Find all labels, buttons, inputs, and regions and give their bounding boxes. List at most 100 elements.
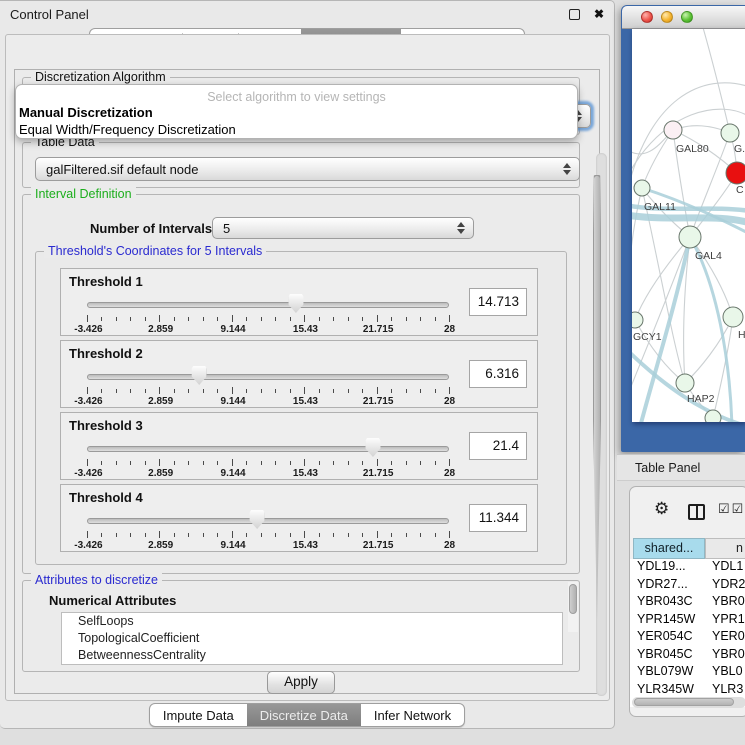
network-node-hap2[interactable] xyxy=(676,374,694,392)
numerical-attributes-list[interactable]: SelfLoopsTopologicalCoefficientBetweenne… xyxy=(61,612,563,665)
tick-mark xyxy=(101,533,102,537)
tick-mark xyxy=(246,461,247,465)
scrollbar-thumb[interactable] xyxy=(634,698,734,706)
tick-mark xyxy=(406,317,407,321)
network-node-c[interactable] xyxy=(726,162,745,184)
slider-thumb[interactable] xyxy=(288,294,303,313)
network-canvas[interactable]: GAL80G.CGAL11GAL4GCY1HHAP2 xyxy=(632,29,745,422)
network-edge xyxy=(642,130,673,188)
slider-thumb[interactable] xyxy=(250,510,265,529)
tick-mark xyxy=(261,389,262,393)
threshold-value-field[interactable]: 21.4 xyxy=(469,432,527,460)
threshold-slider[interactable]: -3.4262.8599.14415.4321.71528 xyxy=(87,509,449,551)
tab-impute-data[interactable]: Impute Data xyxy=(150,704,247,726)
popup-option-manual-discretization[interactable]: Manual Discretization xyxy=(19,105,153,120)
tick-mark xyxy=(406,461,407,465)
network-node-h[interactable] xyxy=(723,307,743,327)
tick-mark xyxy=(290,461,291,465)
tick-mark xyxy=(261,461,262,465)
popup-option-equal-width-frequency[interactable]: Equal Width/Frequency Discretization xyxy=(19,122,236,137)
float-window-icon[interactable] xyxy=(569,9,580,20)
tick-mark xyxy=(217,461,218,465)
slider-track[interactable] xyxy=(87,374,449,380)
slider-track[interactable] xyxy=(87,518,449,524)
threshold-label: Threshold 3 xyxy=(69,418,143,433)
table-row[interactable]: YPR145WYPR1 xyxy=(630,612,745,630)
tick-mark xyxy=(435,317,436,321)
table-horizontal-scrollbar[interactable] xyxy=(632,697,745,708)
slider-ticks xyxy=(87,531,449,539)
table-row[interactable]: YER054CYER0 xyxy=(630,629,745,647)
attributes-list-scrollbar[interactable] xyxy=(568,582,578,632)
settings-vertical-scrollbar[interactable] xyxy=(596,153,607,696)
tick-mark xyxy=(406,389,407,393)
apply-button[interactable]: Apply xyxy=(267,671,335,694)
tick-mark xyxy=(391,461,392,465)
columns-icon[interactable] xyxy=(688,504,705,520)
close-icon[interactable]: ✖ xyxy=(594,8,604,20)
tab-discretize-data[interactable]: Discretize Data xyxy=(247,704,361,726)
table-data-combo[interactable]: galFiltered.sif default node xyxy=(35,157,580,181)
settings-scroll-area: Discretization Algorithm Select algorith… xyxy=(14,69,600,694)
table-row[interactable]: YDR27...YDR2 xyxy=(630,577,745,595)
tick-mark xyxy=(159,315,160,322)
cell-name: YBR0 xyxy=(706,594,745,612)
threshold-value-field[interactable]: 14.713 xyxy=(469,288,527,316)
bottom-tab-bar: Impute Data Discretize Data Infer Network xyxy=(0,703,614,727)
column-header-shared[interactable]: shared... xyxy=(633,538,705,559)
threshold-panel: Threshold 2-3.4262.8599.14415.4321.71528… xyxy=(60,340,538,408)
table-row[interactable]: YBR045CYBR0 xyxy=(630,647,745,665)
network-node[interactable] xyxy=(705,410,721,422)
tick-mark xyxy=(101,389,102,393)
control-panel-titlebar: Control Panel ✖ xyxy=(0,1,614,27)
threshold-slider[interactable]: -3.4262.8599.14415.4321.71528 xyxy=(87,365,449,407)
slider-track[interactable] xyxy=(87,302,449,308)
attribute-list-item[interactable]: BetweennessCentrality xyxy=(62,647,562,664)
tick-mark xyxy=(420,461,421,465)
tick-mark xyxy=(116,317,117,321)
network-node-gal4[interactable] xyxy=(679,226,701,248)
gear-icon[interactable]: ⚙ xyxy=(654,499,669,519)
tick-mark xyxy=(174,317,175,321)
tick-mark xyxy=(319,461,320,465)
threshold-value-field[interactable]: 6.316 xyxy=(469,360,527,388)
tab-label: Discretize Data xyxy=(260,708,348,723)
attribute-list-item[interactable]: SelfLoops xyxy=(62,613,562,630)
network-node-gcy1[interactable] xyxy=(632,312,643,328)
threshold-slider[interactable]: -3.4262.8599.14415.4321.71528 xyxy=(87,293,449,335)
cell-shared-name: YER054C xyxy=(630,629,706,647)
tab-label: Infer Network xyxy=(374,708,451,723)
minimize-light-icon[interactable] xyxy=(661,11,673,23)
zoom-light-icon[interactable] xyxy=(681,11,693,23)
network-node-gal11[interactable] xyxy=(634,180,650,196)
group-title-interval-definition: Interval Definition xyxy=(31,187,136,201)
threshold-value-field[interactable]: 11.344 xyxy=(469,504,527,532)
combo-stepper-icon xyxy=(563,158,571,180)
tick-mark xyxy=(290,533,291,537)
table-row[interactable]: YBR043CYBR0 xyxy=(630,594,745,612)
column-header-name[interactable]: n xyxy=(705,538,745,559)
checkbox-icons[interactable]: ☑☑ xyxy=(718,501,745,517)
network-node-g[interactable] xyxy=(721,124,739,142)
close-light-icon[interactable] xyxy=(641,11,653,23)
number-of-intervals-combo[interactable]: 5 xyxy=(212,217,474,239)
tick-mark xyxy=(275,317,276,321)
network-node-gal80[interactable] xyxy=(664,121,682,139)
threshold-slider[interactable]: -3.4262.8599.14415.4321.71528 xyxy=(87,437,449,479)
tick-mark xyxy=(232,531,233,538)
table-row[interactable]: YDL19...YDL1 xyxy=(630,559,745,577)
tab-infer-network[interactable]: Infer Network xyxy=(361,704,464,726)
tick-mark xyxy=(145,533,146,537)
tick-mark xyxy=(130,389,131,393)
slider-thumb[interactable] xyxy=(192,366,207,385)
table-row[interactable]: YBL079WYBL0 xyxy=(630,664,745,682)
scrollbar-thumb[interactable] xyxy=(569,584,577,614)
attribute-list-item[interactable]: TopologicalCoefficient xyxy=(62,630,562,647)
slider-track[interactable] xyxy=(87,446,449,452)
tick-mark xyxy=(333,461,334,465)
network-window-titlebar[interactable] xyxy=(622,6,745,29)
tick-mark xyxy=(116,533,117,537)
slider-thumb[interactable] xyxy=(365,438,380,457)
tick-mark xyxy=(333,317,334,321)
threshold-panel: Threshold 4-3.4262.8599.14415.4321.71528… xyxy=(60,484,538,552)
